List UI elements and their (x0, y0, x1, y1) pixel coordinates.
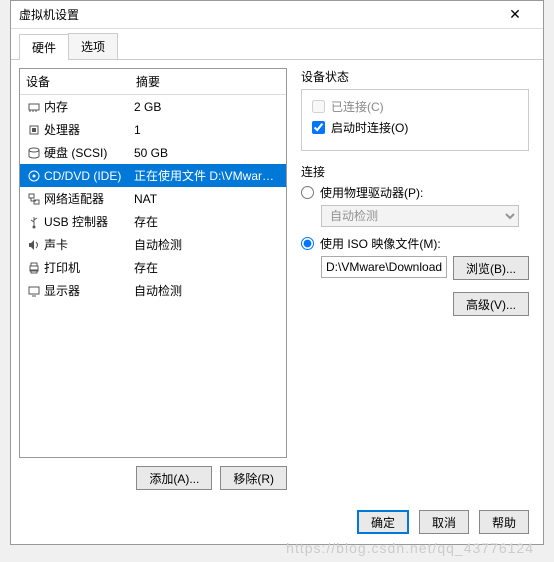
use-physical-input[interactable] (301, 186, 314, 199)
device-list: 设备 摘要 内存 2 GB 处理器 1 硬盘 (SCSI) 50 GB CD/DVD (ID… (19, 68, 287, 458)
titlebar: 虚拟机设置 ✕ (11, 1, 543, 29)
device-buttons: 添加(A)... 移除(R) (19, 458, 287, 490)
memory-icon (26, 100, 42, 114)
device-name: 打印机 (44, 259, 80, 276)
device-name: USB 控制器 (44, 213, 108, 230)
device-row-usb[interactable]: USB 控制器 存在 (20, 210, 286, 233)
tab-hardware[interactable]: 硬件 (19, 34, 69, 60)
device-row-display[interactable]: 显示器 自动检测 (20, 279, 286, 302)
device-summary: 2 GB (134, 100, 280, 114)
device-row-cd[interactable]: CD/DVD (IDE) 正在使用文件 D:\VMware\Dow... (20, 164, 286, 187)
iso-path-input[interactable] (321, 256, 447, 278)
advanced-button[interactable]: 高级(V)... (453, 292, 529, 316)
device-name: 显示器 (44, 282, 80, 299)
network-icon (26, 192, 42, 206)
device-name: CD/DVD (IDE) (44, 169, 121, 183)
physical-drive-select: 自动检测 (321, 205, 519, 227)
device-summary: 50 GB (134, 146, 280, 160)
browse-button[interactable]: 浏览(B)... (453, 256, 529, 280)
printer-icon (26, 261, 42, 275)
device-row-printer[interactable]: 打印机 存在 (20, 256, 286, 279)
device-summary: 自动检测 (134, 282, 280, 299)
use-physical-radio[interactable]: 使用物理驱动器(P): (301, 184, 529, 201)
device-summary: 存在 (134, 213, 280, 230)
display-icon (26, 284, 42, 298)
help-button[interactable]: 帮助 (479, 510, 529, 534)
status-group-label: 设备状态 (301, 68, 529, 85)
device-summary: 自动检测 (134, 236, 280, 253)
connected-label: 已连接(C) (331, 98, 384, 115)
device-row-cpu[interactable]: 处理器 1 (20, 118, 286, 141)
content-area: 设备 摘要 内存 2 GB 处理器 1 硬盘 (SCSI) 50 GB CD/DVD (ID… (11, 60, 543, 498)
use-iso-input[interactable] (301, 237, 314, 250)
use-iso-label: 使用 ISO 映像文件(M): (320, 235, 441, 252)
ok-button[interactable]: 确定 (357, 510, 409, 534)
remove-button[interactable]: 移除(R) (220, 466, 287, 490)
cpu-icon (26, 123, 42, 137)
dialog-footer: 确定 取消 帮助 (357, 510, 529, 534)
sound-icon (26, 238, 42, 252)
connection-group: 使用物理驱动器(P): 自动检测 使用 ISO 映像文件(M): 浏览(B)..… (301, 184, 529, 316)
device-row-sound[interactable]: 声卡 自动检测 (20, 233, 286, 256)
device-name: 硬盘 (SCSI) (44, 144, 107, 161)
connect-at-power-checkbox[interactable]: 启动时连接(O) (312, 119, 518, 136)
tab-strip: 硬件 选项 (11, 29, 543, 60)
device-name: 处理器 (44, 121, 80, 138)
device-summary: 存在 (134, 259, 280, 276)
right-panel: 设备状态 已连接(C) 启动时连接(O) 连接 使用物理驱动器(P): (287, 68, 535, 490)
connection-group-label: 连接 (301, 163, 529, 180)
device-summary: 1 (134, 123, 280, 137)
add-button[interactable]: 添加(A)... (136, 466, 212, 490)
device-summary: 正在使用文件 D:\VMware\Dow... (134, 167, 280, 184)
connect-at-power-input[interactable] (312, 121, 325, 134)
device-list-header: 设备 摘要 (20, 69, 286, 95)
device-name: 内存 (44, 98, 68, 115)
status-group: 已连接(C) 启动时连接(O) (301, 89, 529, 151)
usb-icon (26, 215, 42, 229)
connected-input (312, 100, 325, 113)
close-icon[interactable]: ✕ (495, 6, 535, 23)
connect-at-power-label: 启动时连接(O) (331, 119, 408, 136)
cancel-button[interactable]: 取消 (419, 510, 469, 534)
use-physical-label: 使用物理驱动器(P): (320, 184, 423, 201)
connected-checkbox: 已连接(C) (312, 98, 518, 115)
col-device: 设备 (26, 73, 136, 90)
device-summary: NAT (134, 192, 280, 206)
window-title: 虚拟机设置 (19, 6, 495, 23)
disk-icon (26, 146, 42, 160)
device-name: 声卡 (44, 236, 68, 253)
tab-options[interactable]: 选项 (68, 33, 118, 59)
vm-settings-dialog: 虚拟机设置 ✕ 硬件 选项 设备 摘要 内存 2 GB 处理器 1 硬盘 (SCSI) 5… (10, 0, 544, 545)
device-row-hdd[interactable]: 硬盘 (SCSI) 50 GB (20, 141, 286, 164)
device-row-memory[interactable]: 内存 2 GB (20, 95, 286, 118)
left-panel: 设备 摘要 内存 2 GB 处理器 1 硬盘 (SCSI) 50 GB CD/DVD (ID… (19, 68, 287, 490)
device-row-net[interactable]: 网络适配器 NAT (20, 187, 286, 210)
device-name: 网络适配器 (44, 190, 104, 207)
cd-icon (26, 169, 42, 183)
use-iso-radio[interactable]: 使用 ISO 映像文件(M): (301, 235, 529, 252)
col-summary: 摘要 (136, 73, 160, 90)
